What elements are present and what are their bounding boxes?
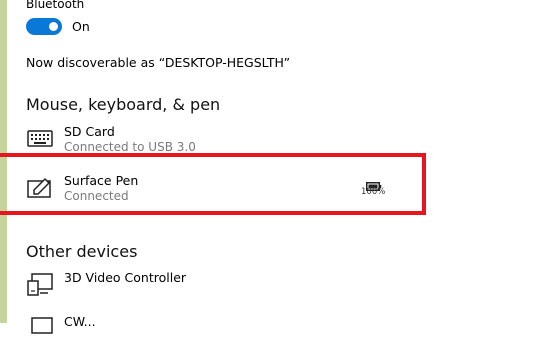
highlight-box (0, 153, 426, 215)
device-item-cw[interactable]: CW... (26, 314, 406, 348)
device-name: CW... (64, 314, 96, 329)
bluetooth-toggle-state: On (72, 19, 90, 34)
discoverable-text: Now discoverable as “DESKTOP-HEGSLTH” (26, 55, 291, 70)
section-title-other-devices: Other devices (26, 242, 138, 261)
bluetooth-toggle[interactable] (26, 18, 62, 35)
section-title-mouse-keyboard-pen: Mouse, keyboard, & pen (26, 95, 221, 114)
toggle-knob (49, 22, 58, 31)
device-name: 3D Video Controller (64, 270, 187, 285)
bluetooth-label: Bluetooth (26, 0, 85, 11)
keyboard-icon (26, 126, 56, 152)
device-name: SD Card (64, 124, 115, 139)
device-status: Connected to USB 3.0 (64, 140, 196, 154)
device-icon (26, 316, 56, 342)
device-item-3d-video-controller[interactable]: 3D Video Controller (26, 270, 406, 304)
device-icon (26, 272, 56, 298)
